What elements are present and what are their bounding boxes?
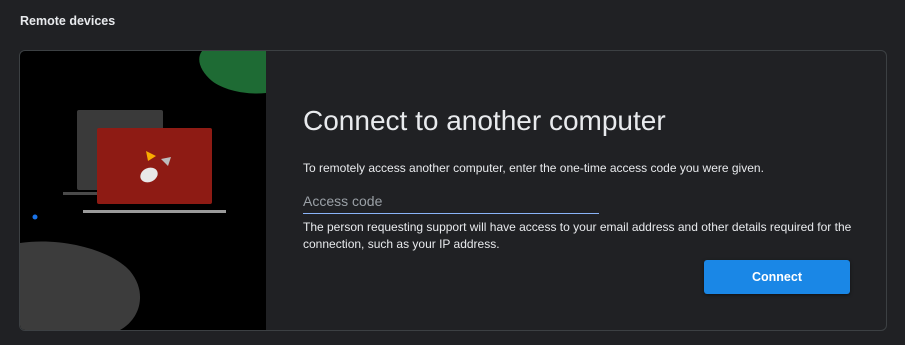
front-laptop-screen — [97, 128, 212, 204]
blue-dot — [32, 214, 38, 220]
front-laptop-base — [83, 210, 226, 213]
description-text: To remotely access another computer, ent… — [303, 161, 764, 175]
section-title: Remote devices — [20, 14, 116, 28]
remote-desktop-illustration — [20, 51, 266, 330]
connect-content: Connect to another computer To remotely … — [303, 51, 886, 330]
gray-blob — [20, 241, 141, 330]
green-blob — [199, 51, 266, 94]
page-title: Connect to another computer — [303, 105, 666, 136]
privacy-notice: The person requesting support will have … — [303, 220, 852, 251]
connect-card: Connect to another computer To remotely … — [19, 50, 887, 331]
connect-button[interactable]: Connect — [704, 260, 850, 294]
access-code-input[interactable] — [303, 191, 599, 211]
access-code-field — [303, 191, 599, 214]
